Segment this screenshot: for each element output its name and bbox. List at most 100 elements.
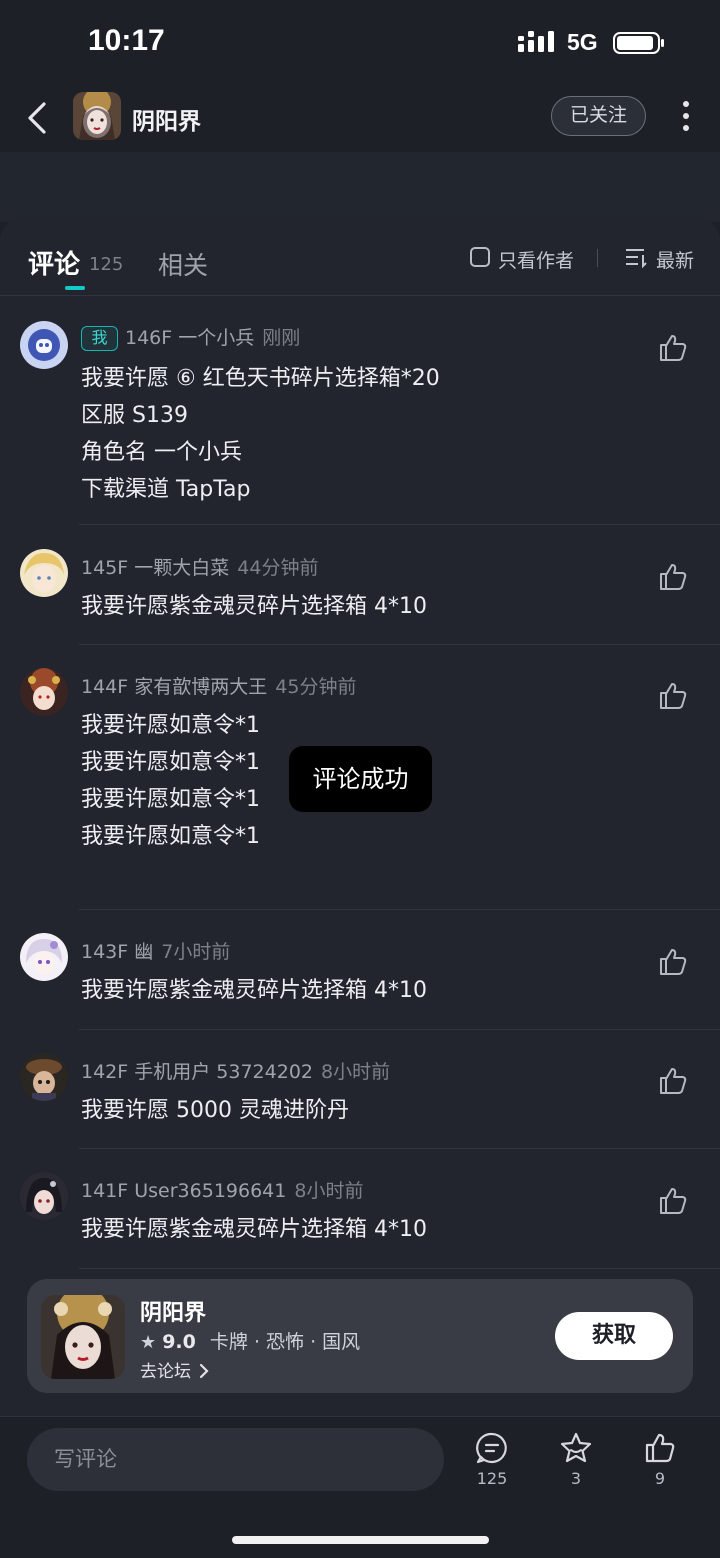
comment-text[interactable]: 我要许愿 ⑥ 红色天书碎片选择箱*20 区服 S139 角色名 一个小兵 下载渠… [81, 360, 440, 508]
comment-line: 我要许愿如意令*1 [81, 750, 260, 775]
divider [79, 644, 720, 645]
more-options-icon[interactable] [672, 98, 700, 134]
avatar[interactable] [20, 933, 68, 981]
avatar[interactable] [20, 549, 68, 597]
comment-icon [476, 1432, 507, 1464]
comment-count: 125 [476, 1469, 508, 1488]
thumbs-up-icon[interactable] [657, 332, 689, 364]
game-icon[interactable] [41, 1295, 125, 1379]
forum-link-label: 去论坛 [140, 1362, 191, 1382]
comment-meta: 145F 一颗大白菜 44分钟前 [81, 553, 318, 580]
thumbs-up-icon[interactable] [657, 561, 689, 593]
game-name: 阴阳界 [140, 1301, 207, 1326]
tab-separator [597, 249, 598, 267]
comment-floor: 142F [81, 1061, 129, 1083]
comment-floor: 145F [81, 557, 129, 579]
comment-username[interactable]: 一个小兵 [178, 327, 254, 349]
comment-floor: 146F [125, 327, 173, 349]
sort-label: 最新 [656, 250, 695, 272]
comment-username[interactable]: 一颗大白菜 [134, 557, 229, 579]
thumbs-up-icon[interactable] [657, 1065, 689, 1097]
comment-meta: 141F User365196641 8小时前 [81, 1176, 363, 1203]
post-content-strip [0, 152, 720, 222]
comment-username[interactable]: 手机用户 53724202 [134, 1061, 313, 1083]
comment-meta: 142F 手机用户 53724202 8小时前 [81, 1057, 390, 1084]
me-badge: 我 [81, 326, 118, 351]
like-count: 9 [654, 1469, 666, 1488]
divider [79, 909, 720, 910]
author-only-label: 只看作者 [498, 250, 575, 272]
thumbs-up-icon[interactable] [657, 1185, 689, 1217]
comment-floor: 141F [81, 1180, 129, 1202]
comment-time: 44分钟前 [237, 557, 319, 579]
avatar[interactable] [20, 1053, 68, 1101]
comment-username[interactable]: User365196641 [134, 1180, 286, 1202]
status-time: 10:17 [88, 24, 165, 57]
comment-text[interactable]: 我要许愿紫金魂灵碎片选择箱 4*10 [81, 972, 427, 1009]
comment-line: 我要许愿 ⑥ 红色天书碎片选择箱*20 [81, 366, 440, 391]
game-rating: 9.0 [162, 1331, 196, 1353]
comments-action[interactable]: 125 [462, 1431, 522, 1495]
divider [79, 1148, 720, 1149]
toast-message: 评论成功 [289, 746, 432, 812]
comment-text[interactable]: 我要许愿紫金魂灵碎片选择箱 4*10 [81, 588, 427, 625]
divider [79, 1268, 720, 1269]
active-tab-indicator [65, 286, 85, 290]
comment-floor: 143F [81, 941, 129, 963]
thumbs-up-icon[interactable] [657, 946, 689, 978]
tab-comments-count: 125 [89, 254, 124, 275]
status-bar: 10:17 5G [0, 0, 720, 86]
comment-line: 我要许愿如意令*1 [81, 713, 260, 738]
avatar[interactable] [20, 668, 68, 716]
avatar[interactable] [20, 321, 68, 369]
thumbs-up-icon[interactable] [657, 680, 689, 712]
comment-line: 我要许愿 5000 灵魂进阶丹 [81, 1098, 349, 1123]
comment-line: 我要许愿如意令*1 [81, 787, 260, 812]
tab-comments[interactable]: 评论 [28, 244, 80, 281]
comment-line: 下载渠道 TapTap [81, 477, 251, 502]
star-icon: ★ [140, 1332, 157, 1353]
comment-text[interactable]: 我要许愿紫金魂灵碎片选择箱 4*10 [81, 1211, 427, 1248]
like-action[interactable]: 9 [630, 1431, 690, 1495]
comment-username[interactable]: 幽 [134, 941, 153, 963]
comment-time: 8小时前 [321, 1061, 391, 1083]
comment-time: 45分钟前 [275, 676, 357, 698]
game-rating-row: ★ 9.0 卡牌 · 恐怖 · 国风 [140, 1327, 360, 1354]
thumbs-up-icon [645, 1433, 675, 1463]
home-indicator[interactable] [232, 1536, 489, 1544]
get-button[interactable]: 获取 [555, 1312, 673, 1360]
game-card[interactable]: 阴阳界 ★ 9.0 卡牌 · 恐怖 · 国风 去论坛 获取 [27, 1279, 693, 1393]
nav-header: 阴阳界 已关注 [0, 86, 720, 150]
comment-tabs: 评论 125 相关 只看作者 最新 [0, 216, 720, 296]
forum-link[interactable]: 去论坛 [140, 1357, 210, 1382]
follow-button[interactable]: 已关注 [551, 96, 646, 136]
game-avatar[interactable] [73, 92, 121, 140]
comment-line: 区服 S139 [81, 403, 188, 428]
comment-meta: 143F 幽 7小时前 [81, 937, 230, 964]
avatar[interactable] [20, 1172, 68, 1220]
sort-icon [626, 249, 647, 269]
comment-time: 8小时前 [294, 1180, 364, 1202]
comment-input[interactable]: 写评论 [27, 1428, 444, 1491]
chevron-right-icon [200, 1363, 209, 1379]
battery-icon [613, 32, 664, 54]
favorite-action[interactable]: 3 [546, 1431, 606, 1495]
comment-meta: 144F 家有歆博两大王 45分钟前 [81, 672, 356, 699]
comment-time: 刚刚 [262, 327, 301, 349]
comment-text[interactable]: 我要许愿 5000 灵魂进阶丹 [81, 1092, 349, 1129]
divider [79, 524, 720, 525]
comment-time: 7小时前 [161, 941, 231, 963]
comment-line: 我要许愿如意令*1 [81, 824, 260, 849]
comment-line: 我要许愿紫金魂灵碎片选择箱 4*10 [81, 1217, 427, 1242]
comment-line: 角色名 一个小兵 [81, 440, 242, 465]
favorite-count: 3 [570, 1469, 582, 1488]
comment-line: 我要许愿紫金魂灵碎片选择箱 4*10 [81, 594, 427, 619]
back-icon[interactable] [20, 96, 60, 140]
page-title: 阴阳界 [132, 109, 201, 135]
game-tags: 卡牌 · 恐怖 · 国风 [209, 1331, 361, 1353]
network-label: 5G [567, 29, 598, 55]
checkbox-icon[interactable] [470, 247, 490, 267]
tab-related[interactable]: 相关 [158, 246, 208, 282]
comment-username[interactable]: 家有歆博两大王 [134, 676, 267, 698]
comment-text[interactable]: 我要许愿如意令*1 我要许愿如意令*1 我要许愿如意令*1 我要许愿如意令*1 [81, 707, 260, 855]
